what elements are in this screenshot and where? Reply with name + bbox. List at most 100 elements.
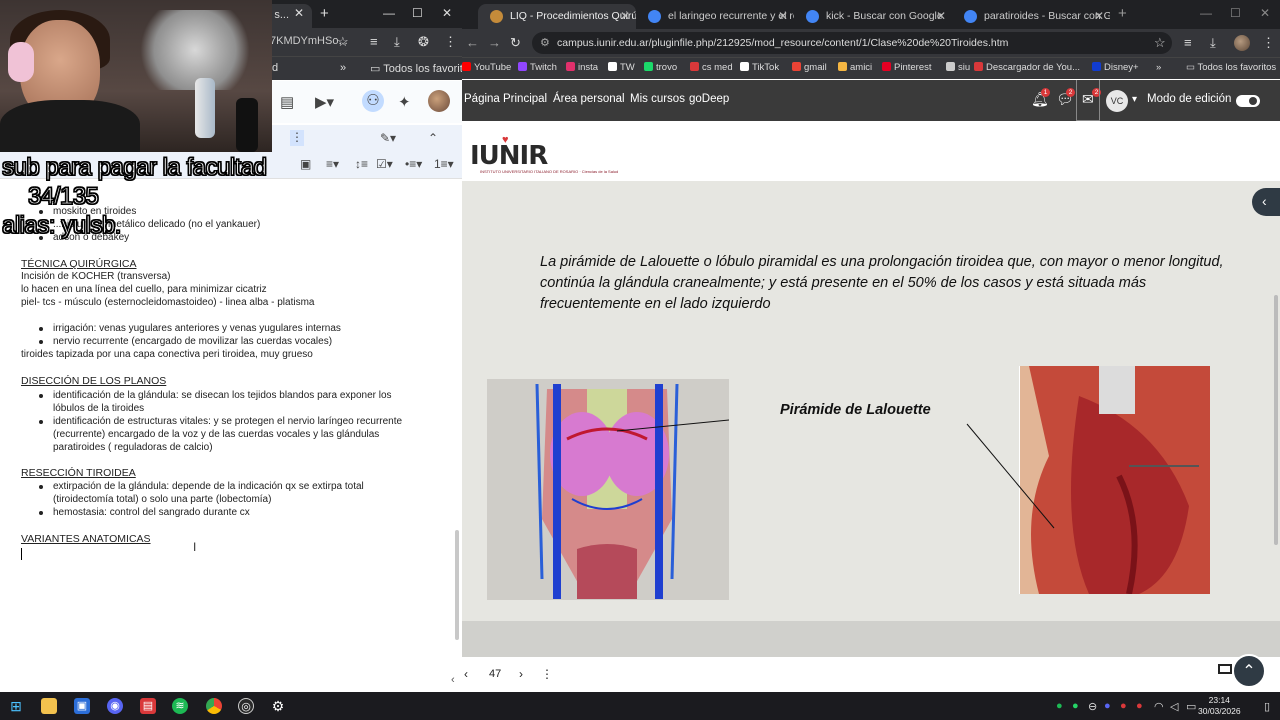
site-info-icon[interactable]: ⚙ xyxy=(540,36,550,49)
numbered-list-icon[interactable]: 1≡▾ xyxy=(434,157,454,171)
bookmarks-all[interactable]: ▭ Todos los favoritos xyxy=(370,62,462,75)
close-icon[interactable]: ✕ xyxy=(620,9,630,23)
spotify-tray-icon[interactable]: ● xyxy=(1056,700,1063,712)
url-text[interactable]: campus.iunir.edu.ar/pluginfile.php/21292… xyxy=(557,37,1008,49)
omnibox[interactable]: ⚙ campus.iunir.edu.ar/pluginfile.php/212… xyxy=(532,32,1172,54)
close-icon[interactable]: ✕ xyxy=(778,9,788,23)
close-icon[interactable]: ✕ xyxy=(1094,9,1104,23)
back-icon[interactable]: ← xyxy=(466,35,479,50)
close-window-icon[interactable]: ✕ xyxy=(442,6,452,20)
volume-icon[interactable]: ◁ xyxy=(1170,700,1178,713)
bookmark-descargador[interactable]: Descargador de You... xyxy=(974,62,1080,73)
prev-page-icon[interactable]: ‹ xyxy=(464,667,468,681)
obs-icon[interactable]: ◎ xyxy=(238,698,254,714)
nav-my-courses[interactable]: Mis cursos xyxy=(630,93,685,105)
chevron-right-icon[interactable]: » xyxy=(1156,62,1161,73)
bookmark-youtube[interactable]: YouTube xyxy=(462,62,511,73)
maximize-icon[interactable]: ☐ xyxy=(412,6,423,20)
wifi-icon[interactable]: ◠ xyxy=(1154,700,1164,713)
close-window-icon[interactable]: ✕ xyxy=(1260,6,1270,20)
chevron-left-icon[interactable]: ‹ xyxy=(451,674,455,686)
store-icon[interactable]: ▣ xyxy=(74,698,90,714)
bookmark-trovo[interactable]: trovo xyxy=(644,62,677,73)
bookmark-item[interactable]: d xyxy=(272,62,278,74)
bookmark-gmail[interactable]: gmail xyxy=(792,62,827,73)
gemini-icon[interactable]: ✦ xyxy=(398,93,411,111)
next-page-icon[interactable]: › xyxy=(519,667,523,681)
cast-icon[interactable]: ≡ xyxy=(1184,35,1192,50)
user-avatar[interactable]: VC xyxy=(1106,90,1128,112)
chevron-down-icon[interactable]: ▾ xyxy=(1132,94,1137,105)
minimize-icon[interactable]: — xyxy=(1200,6,1212,20)
bookmark-pinterest[interactable]: Pinterest xyxy=(882,62,932,73)
checklist-icon[interactable]: ☑▾ xyxy=(376,157,393,171)
cast-icon[interactable]: ≡ xyxy=(370,34,378,49)
share-icon[interactable]: ⚇ xyxy=(362,90,384,112)
chevron-right-icon[interactable]: » xyxy=(340,62,346,74)
bookmark-amici[interactable]: amici xyxy=(838,62,872,73)
profile-avatar[interactable] xyxy=(1234,35,1250,51)
bookmarks-all-right[interactable]: ▭ Todos los favoritos xyxy=(1186,62,1276,73)
tab-liq[interactable]: LIQ - Procedimientos Quirúrgic... ✕ xyxy=(478,4,636,29)
align-icon[interactable]: ≡▾ xyxy=(326,157,339,171)
maximize-icon[interactable]: ☐ xyxy=(1230,6,1241,20)
tray-icon[interactable]: ⊖ xyxy=(1088,700,1097,713)
left-url[interactable]: 7KMDYmHSo... xyxy=(270,35,348,47)
window-icon[interactable] xyxy=(1218,664,1232,674)
tab-paratiroides[interactable]: paratiroides - Buscar con Goog... ✕ xyxy=(952,4,1110,29)
settings-gear-icon[interactable]: ⚙ xyxy=(270,698,286,714)
tray-red2-icon[interactable]: ● xyxy=(1136,700,1143,712)
minimize-icon[interactable]: — xyxy=(383,6,395,20)
image-icon[interactable]: ▣ xyxy=(300,157,311,171)
star-icon[interactable]: ☆ xyxy=(337,34,349,50)
bookmark-tiktok[interactable]: TikTok xyxy=(740,62,779,73)
nav-home[interactable]: Página Principal xyxy=(464,93,547,105)
bookmark-insta[interactable]: insta xyxy=(566,62,598,73)
scrollbar[interactable] xyxy=(455,530,459,640)
app-red-icon[interactable]: ▤ xyxy=(140,698,156,714)
download-icon[interactable]: ⤓ xyxy=(394,34,400,50)
windows-start-icon[interactable]: ⊞ xyxy=(8,698,24,714)
close-icon[interactable]: ✕ xyxy=(936,9,946,23)
bookmark-siu[interactable]: siu xyxy=(946,62,970,73)
notifications-icon[interactable]: ▯ xyxy=(1264,700,1270,713)
file-explorer-icon[interactable] xyxy=(41,698,57,714)
drawer-toggle-button[interactable]: ‹ xyxy=(1252,188,1280,216)
chrome-icon[interactable] xyxy=(206,698,222,714)
menu-kebab-icon[interactable]: ⋮ xyxy=(444,34,457,50)
discord-icon[interactable]: ◉ xyxy=(107,698,123,714)
comment-icon[interactable]: ▤ xyxy=(280,93,294,111)
close-icon[interactable]: ✕ xyxy=(294,6,304,20)
edit-mode-icon[interactable]: ✎▾ xyxy=(380,131,396,145)
forward-icon[interactable]: → xyxy=(488,35,501,50)
extension-icon[interactable]: ❂ xyxy=(418,34,429,50)
bookmark-csmed[interactable]: cs med xyxy=(690,62,733,73)
star-icon[interactable]: ☆ xyxy=(1154,35,1166,51)
new-tab-icon[interactable]: + xyxy=(1118,5,1127,22)
line-spacing-icon[interactable]: ↕≡ xyxy=(355,157,368,171)
discord-tray-icon[interactable]: ● xyxy=(1104,700,1111,712)
meet-icon[interactable]: ▶▾ xyxy=(315,93,334,111)
edit-mode-toggle[interactable] xyxy=(1236,95,1260,107)
spotify-icon[interactable]: ≋ xyxy=(172,698,188,714)
more-options-icon[interactable]: ⋮ xyxy=(541,667,553,681)
whatsapp-tray-icon[interactable]: ● xyxy=(1072,700,1079,712)
reload-icon[interactable]: ↻ xyxy=(510,35,521,51)
nav-godeep[interactable]: goDeep xyxy=(689,93,729,105)
tab-kick[interactable]: kick - Buscar con Google ✕ xyxy=(794,4,952,29)
more-options-icon[interactable]: ⋮ xyxy=(290,130,304,146)
bookmark-disney[interactable]: Disney+ xyxy=(1092,62,1139,73)
bulleted-list-icon[interactable]: •≡▾ xyxy=(405,157,422,171)
scrollbar[interactable] xyxy=(1274,295,1278,545)
tab-laringeo[interactable]: el laringeo recurrente y el recu... ✕ xyxy=(636,4,794,29)
avatar[interactable] xyxy=(428,90,450,112)
menu-kebab-icon[interactable]: ⋮ xyxy=(1262,35,1275,51)
bookmark-twitch[interactable]: Twitch xyxy=(518,62,557,73)
battery-icon[interactable]: ▭ xyxy=(1186,700,1196,713)
new-tab-icon[interactable]: + xyxy=(320,5,329,22)
nav-personal-area[interactable]: Área personal xyxy=(553,93,625,105)
scroll-to-top-button[interactable]: ⌃ xyxy=(1232,654,1266,688)
tray-red-icon[interactable]: ● xyxy=(1120,700,1127,712)
chevron-up-icon[interactable]: ⌃ xyxy=(428,131,438,145)
bookmark-tw[interactable]: TW xyxy=(608,62,635,73)
